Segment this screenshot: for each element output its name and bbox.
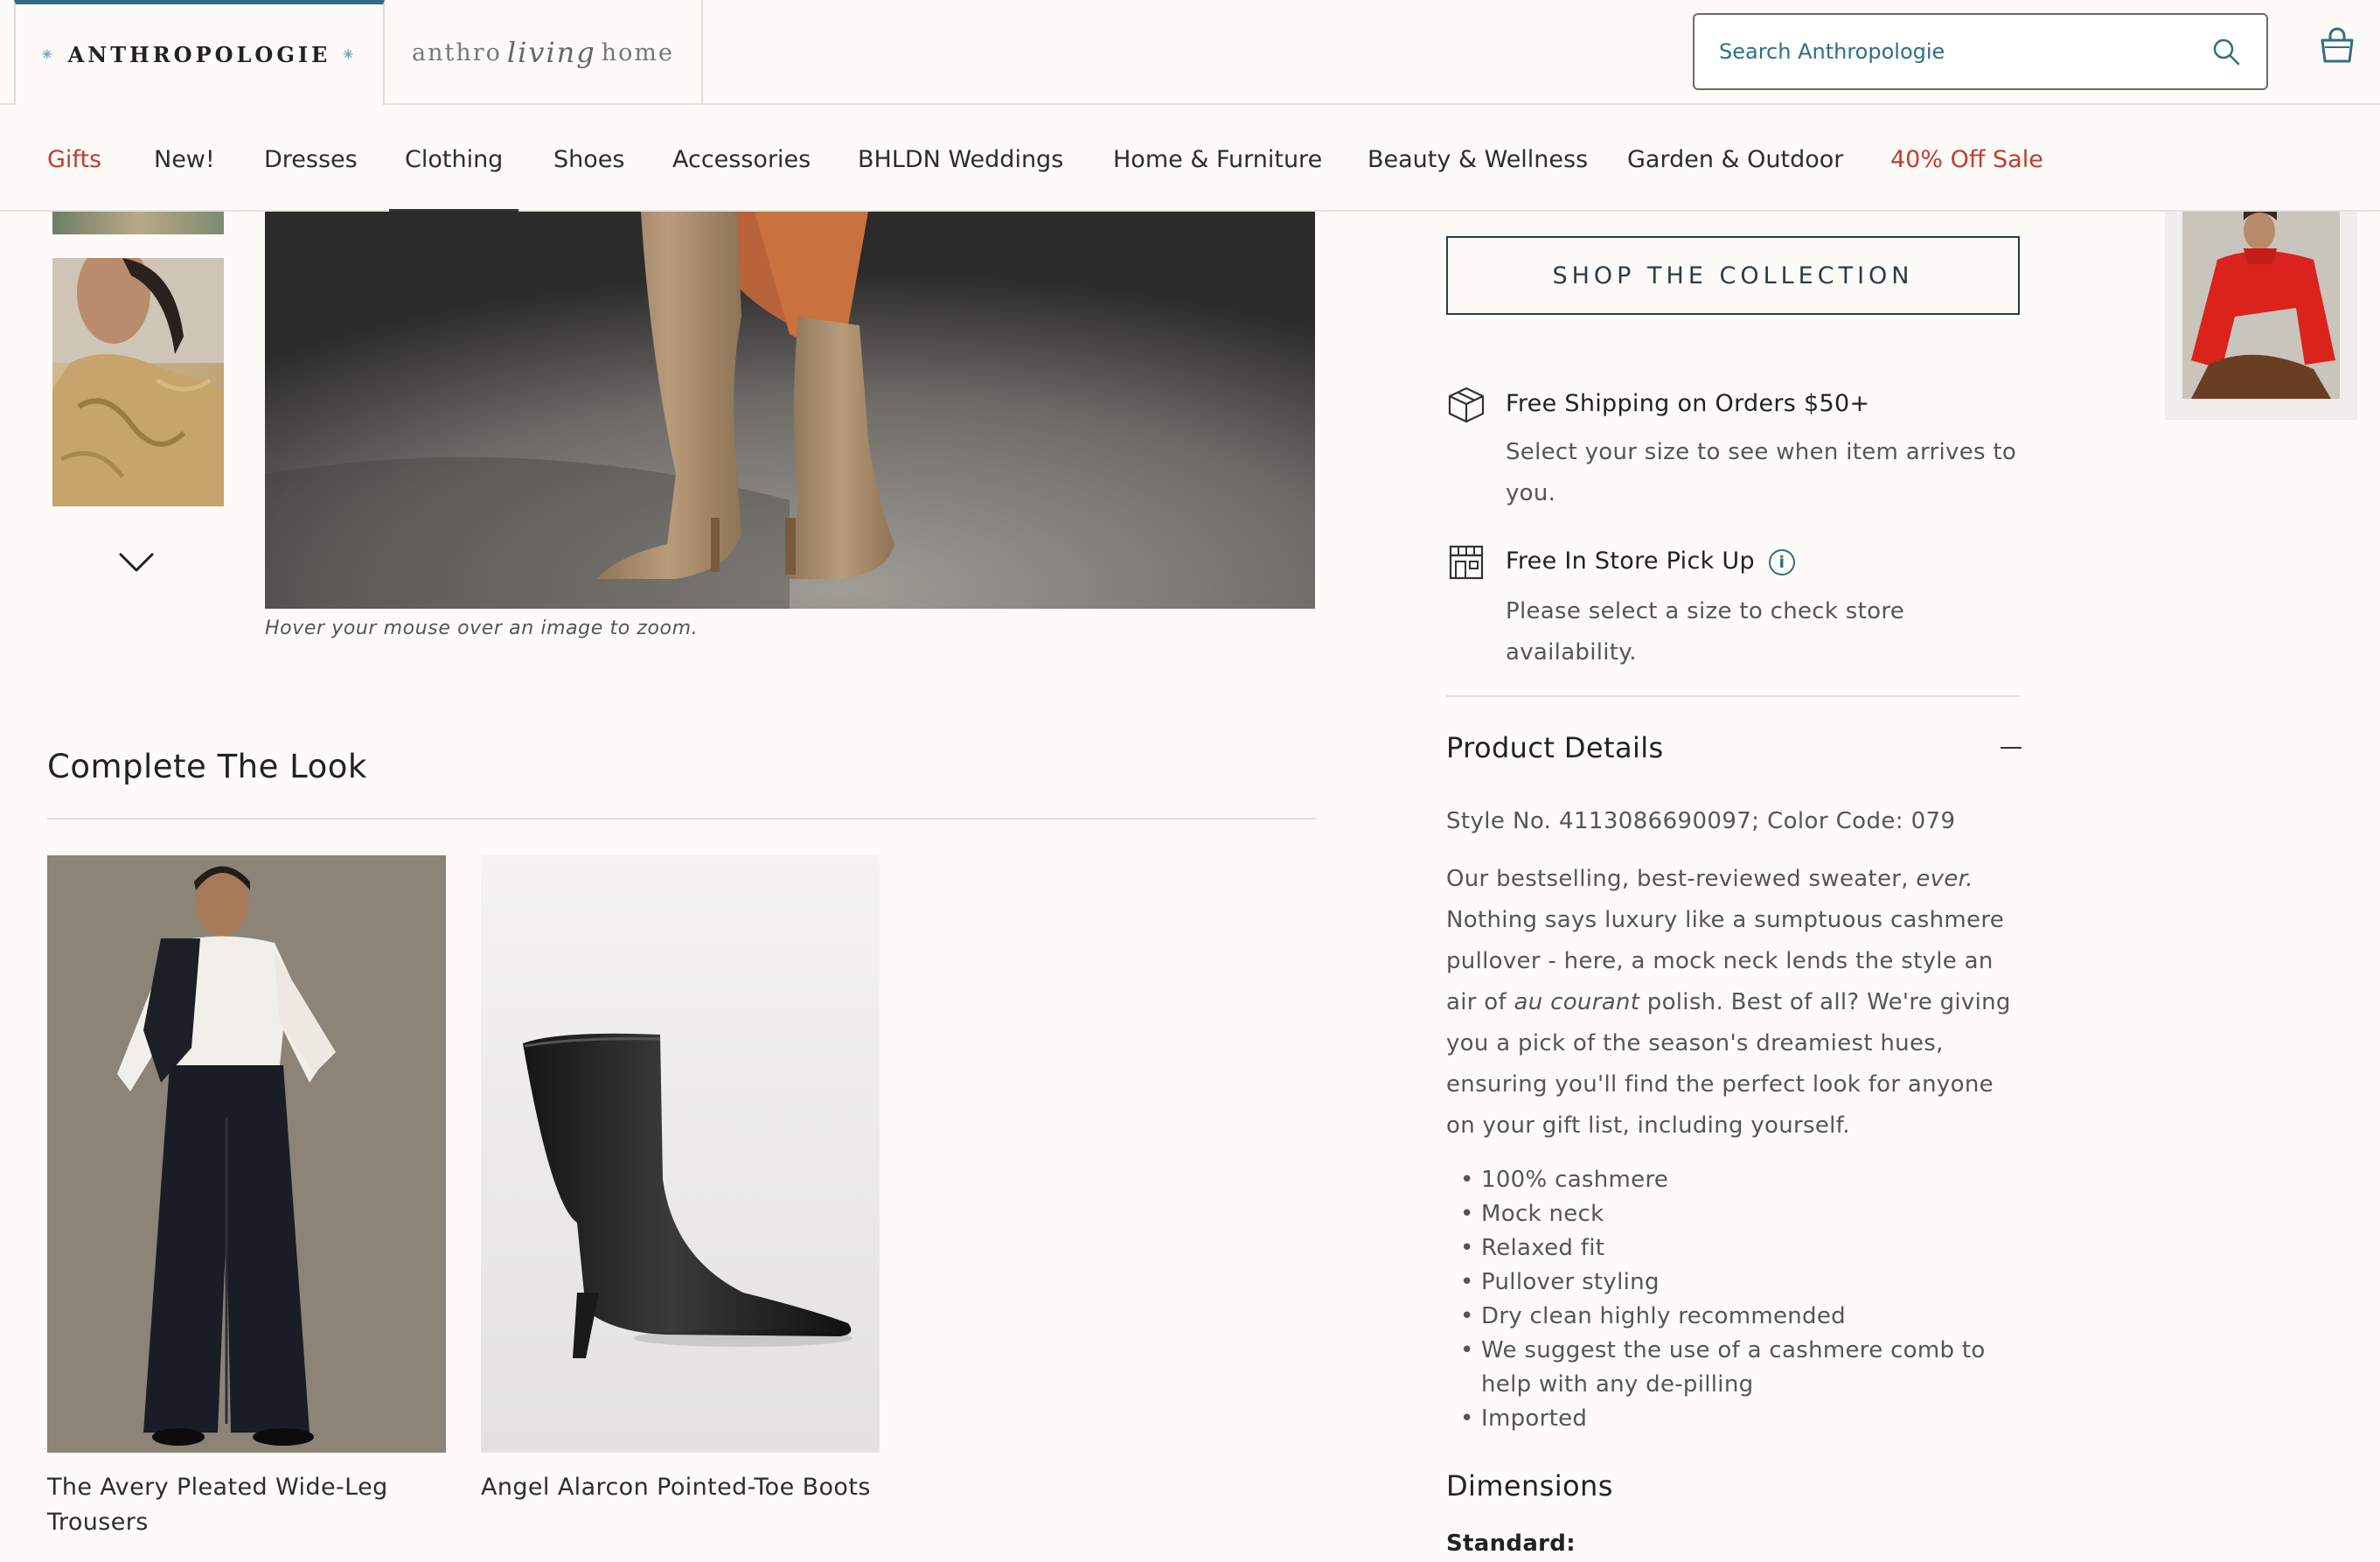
brand-tab-anthro-living-home[interactable]: anthro living home (385, 0, 703, 105)
gallery-thumbnail[interactable] (52, 212, 224, 234)
style-number: Style No. 4113086690097; Color Code: 079 (1446, 808, 1956, 834)
anthro-living-logo: anthro living home (412, 36, 674, 69)
dimensions-standard-label: Standard: (1446, 1531, 1576, 1557)
nav-item-new[interactable]: New! (154, 107, 215, 212)
complete-the-look-heading: Complete The Look (47, 748, 367, 785)
recommended-product-thumbnail[interactable] (2165, 212, 2357, 420)
store-pickup-title: Free In Store Pick Up i (1506, 547, 1795, 575)
chevron-down-icon[interactable] (115, 546, 157, 581)
feature-item: We suggest the use of a cashmere comb to… (1460, 1334, 2020, 1402)
brand-tab-anthropologie[interactable]: ✳ ANTHROPOLOGIE ✳ (14, 0, 385, 105)
feature-item: Imported (1460, 1402, 2020, 1436)
info-icon[interactable]: i (1768, 548, 1795, 575)
divider (47, 818, 1317, 819)
top-bar: ✳ ANTHROPOLOGIE ✳ anthro living home (0, 0, 2380, 105)
anthropologie-logo: ✳ ANTHROPOLOGIE ✳ (41, 42, 358, 67)
product-name[interactable]: The Avery Pleated Wide-Leg Trousers (47, 1470, 446, 1540)
store-pickup-subtext: Please select a size to check store avai… (1506, 598, 1905, 666)
search-icon[interactable] (2210, 36, 2242, 67)
zoom-hint: Hover your mouse over an image to zoom. (265, 617, 699, 639)
feature-item: 100% cashmere (1460, 1163, 2020, 1197)
product-details-heading[interactable]: Product Details (1446, 731, 1664, 764)
product-description: Our bestselling, best-reviewed sweater, … (1446, 866, 2011, 1139)
dimensions-heading: Dimensions (1446, 1469, 1613, 1503)
nav-item-shoes[interactable]: Shoes (553, 107, 624, 212)
complete-look-card[interactable]: Angel Alarcon Pointed-Toe Boots (481, 855, 880, 1505)
nav-item-gifts[interactable]: Gifts (47, 107, 101, 212)
store-icon (1446, 542, 1486, 582)
complete-look-card[interactable]: The Avery Pleated Wide-Leg Trousers (47, 855, 446, 1540)
nav-item-clothing[interactable]: Clothing (388, 107, 519, 212)
main-nav: Gifts New! Dresses Clothing Shoes Access… (0, 107, 2380, 212)
nav-item-garden-outdoor[interactable]: Garden & Outdoor (1627, 107, 1843, 212)
search-input[interactable] (1719, 39, 2210, 64)
divider (1446, 695, 2020, 697)
nav-item-accessories[interactable]: Accessories (672, 107, 811, 212)
shop-the-collection-button[interactable]: SHOP THE COLLECTION (1446, 236, 2020, 315)
product-image[interactable] (481, 855, 880, 1453)
collapse-icon[interactable] (2001, 747, 2022, 749)
gallery-thumbnail[interactable] (52, 258, 224, 506)
free-shipping-title: Free Shipping on Orders $50+ (1506, 390, 1870, 417)
nav-item-dresses[interactable]: Dresses (264, 107, 358, 212)
box-icon (1446, 385, 1486, 425)
nav-item-beauty-wellness[interactable]: Beauty & Wellness (1367, 107, 1588, 212)
store-pickup-label: Free In Store Pick Up (1506, 547, 1755, 575)
feature-item: Dry clean highly recommended (1460, 1300, 2020, 1334)
nav-item-bhldn-weddings[interactable]: BHLDN Weddings (858, 107, 1063, 212)
product-image[interactable] (47, 855, 446, 1453)
search-box (1693, 13, 2268, 90)
feature-list: 100% cashmere Mock neck Relaxed fit Pull… (1460, 1163, 2020, 1436)
nav-item-sale[interactable]: 40% Off Sale (1890, 107, 2043, 212)
product-name[interactable]: Angel Alarcon Pointed-Toe Boots (481, 1470, 880, 1505)
feature-item: Mock neck (1460, 1197, 2020, 1231)
nav-item-home-furniture[interactable]: Home & Furniture (1113, 107, 1322, 212)
free-shipping-subtext: Select your size to see when item arrive… (1506, 439, 2017, 506)
feature-item: Pullover styling (1460, 1266, 2020, 1300)
feature-item: Relaxed fit (1460, 1231, 2020, 1266)
main-product-image[interactable] (265, 212, 1315, 609)
shopping-bag-icon[interactable] (2317, 26, 2357, 66)
